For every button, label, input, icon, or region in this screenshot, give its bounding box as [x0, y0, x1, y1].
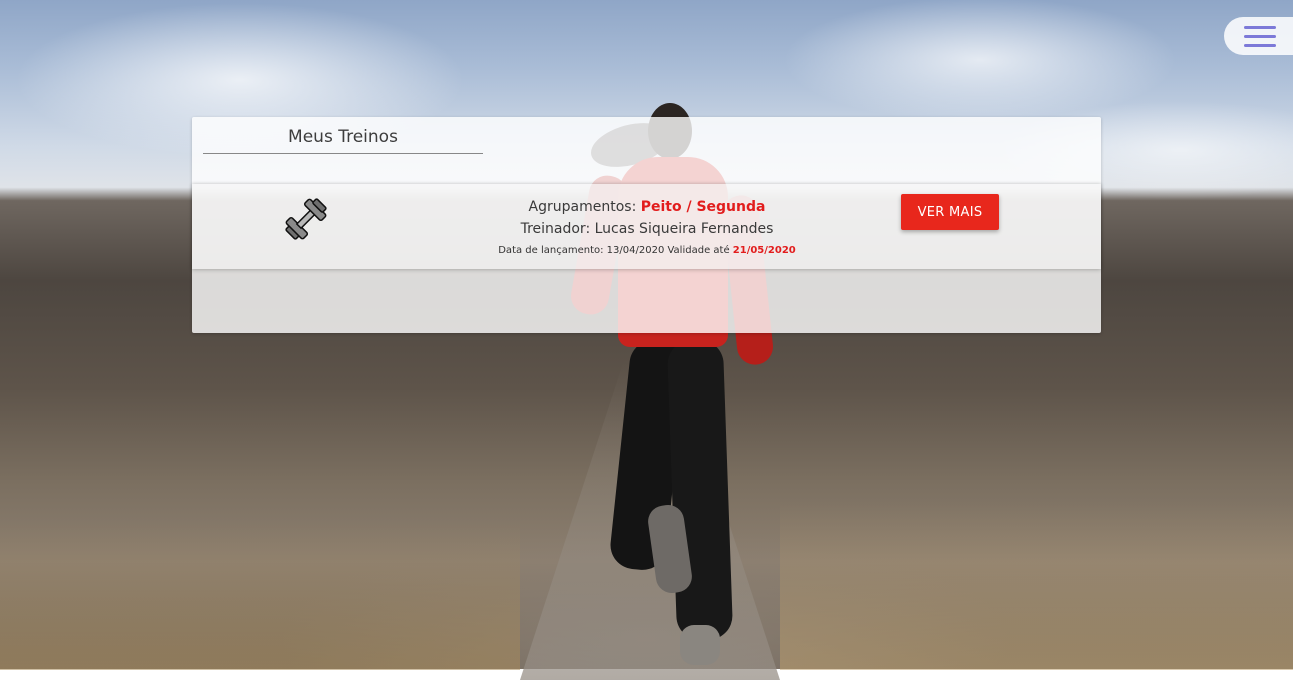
treino-list-item: Agrupamentos: Peito / Segunda Treinador:…: [192, 184, 1101, 269]
grouping-line: Agrupamentos: Peito / Segunda: [442, 196, 852, 218]
page-title: Meus Treinos: [203, 127, 483, 154]
runner-leg-right: [666, 339, 734, 641]
grouping-label: Agrupamentos:: [528, 199, 641, 215]
treinos-card: Meus Treinos Agrupamentos: Peito / Segun…: [192, 117, 1101, 333]
release-label: Data de lançamento:: [498, 245, 607, 256]
treino-info: Agrupamentos: Peito / Segunda Treinador:…: [442, 196, 852, 262]
trainer-label: Treinador:: [520, 221, 595, 237]
release-date: 13/04/2020: [606, 245, 665, 256]
background-grass-right: [780, 500, 1293, 670]
grouping-value: Peito / Segunda: [640, 199, 766, 215]
validity-label: Validade até: [664, 245, 733, 256]
menu-button[interactable]: [1224, 17, 1293, 55]
background-grass-left: [0, 520, 520, 670]
trainer-name: Lucas Siqueira Fernandes: [594, 221, 774, 237]
validity-date: 21/05/2020: [732, 245, 796, 256]
runner-shoe-right: [680, 625, 720, 665]
hamburger-menu-icon: [1244, 26, 1276, 48]
dates-line: Data de lançamento: 13/04/2020 Validade …: [442, 240, 852, 262]
trainer-line: Treinador: Lucas Siqueira Fernandes: [442, 218, 852, 240]
ver-mais-button[interactable]: VER MAIS: [901, 194, 999, 230]
dumbbell-icon: [285, 198, 327, 240]
